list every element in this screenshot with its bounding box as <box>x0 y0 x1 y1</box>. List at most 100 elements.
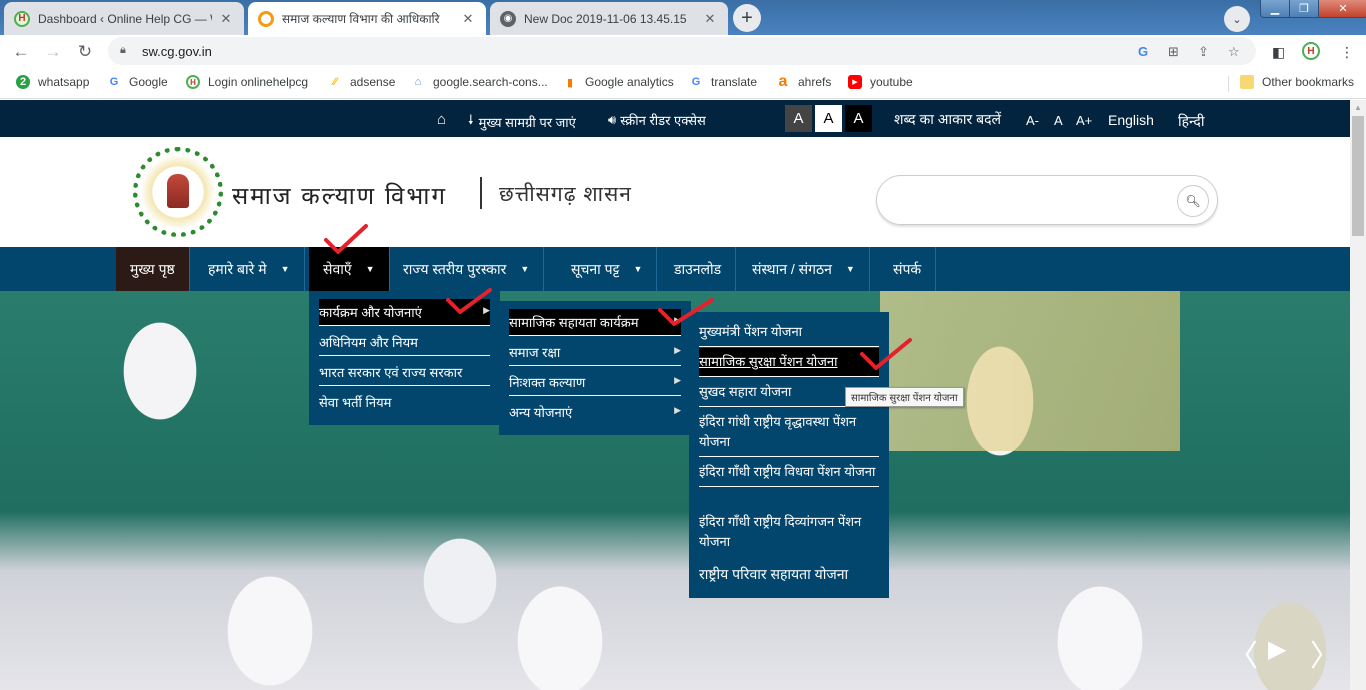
menu-label: राष्ट्रीय परिवार सहायता योजना <box>699 566 849 582</box>
search-icon: 🔍︎ <box>1185 194 1201 208</box>
font-normal-button[interactable]: A <box>1054 113 1063 128</box>
bookmark-youtube[interactable]: ▶ youtube <box>848 75 913 89</box>
nav-institutions[interactable]: संस्थान / संगठन ▼ <box>738 247 870 291</box>
search-input[interactable] <box>895 190 1165 212</box>
chhattisgarh-emblem-logo[interactable] <box>133 147 223 237</box>
menu-item-govt[interactable]: भारत सरकार एवं राज्य सरकार <box>319 359 490 386</box>
nav-about-us[interactable]: हमारे बारे मे ▼ <box>194 247 305 291</box>
menu-item-old-age-pension[interactable]: इंदिरा गांधी राष्ट्रीय वृद्धावस्था पेंशन… <box>699 408 879 457</box>
back-arrow-icon[interactable]: ← <box>10 41 32 63</box>
menu-item-disability-pension[interactable]: इंदिरा गाँधी राष्ट्रीय दिव्यांगजन पेंशन … <box>699 508 879 556</box>
site-subtitle: छत्तीसगढ़ शासन <box>499 183 632 206</box>
bookmark-label: google.search-cons... <box>433 75 548 89</box>
skip-to-content-link[interactable]: 🠗 मुख्य सामग्री पर जाएं <box>468 111 576 133</box>
scrollbar-thumb[interactable] <box>1352 116 1364 236</box>
page-scrollbar[interactable]: ▲ <box>1350 100 1366 690</box>
font-decrease-button[interactable]: A- <box>1026 113 1039 128</box>
menu-item-social-defence[interactable]: समाज रक्षा ▶ <box>509 339 681 366</box>
menu-label: इंदिरा गांधी राष्ट्रीय वृद्धावस्था पेंशन… <box>699 414 857 449</box>
side-panel-icon[interactable]: ◧ <box>1272 44 1285 61</box>
menu-label: इंदिरा गाँधी राष्ट्रीय विधवा पेंशन योजना <box>699 464 876 479</box>
bookmark-label: Login onlinehelpcg <box>208 75 309 89</box>
bookmark-star-icon[interactable]: ☆ <box>1228 44 1240 60</box>
address-bar[interactable]: 🔒︎ sw.cg.gov.in G ⊞ ⇪ ☆ <box>108 37 1256 65</box>
bookmark-label: Google analytics <box>585 75 674 89</box>
nav-state-awards[interactable]: राज्य स्तरीय पुरस्कार ▼ <box>389 247 545 291</box>
font-increase-button[interactable]: A+ <box>1076 113 1092 128</box>
home-icon[interactable]: ⌂ <box>437 111 446 128</box>
contrast-black-button[interactable]: A <box>845 105 872 132</box>
title-divider <box>480 177 482 209</box>
other-bookmarks[interactable]: Other bookmarks <box>1240 75 1354 89</box>
contrast-grey-button[interactable]: A <box>785 105 812 132</box>
tab-samaj-kalyan[interactable]: समाज कल्याण विभाग की आधिकारि ✕ <box>248 2 486 35</box>
nav-home[interactable]: मुख्य पृष्ठ <box>116 247 190 291</box>
folder-icon <box>1240 75 1254 89</box>
translate-icon[interactable]: ⊞ <box>1168 44 1179 60</box>
menu-item-acts-rules[interactable]: अधिनियम और नियम <box>319 329 490 356</box>
menu-label: अन्य योजनाएं <box>509 405 573 420</box>
screen-reader-label: स्क्रीन रीडर एक्सेस <box>620 113 706 128</box>
menu-item-family-assistance[interactable]: राष्ट्रीय परिवार सहायता योजना <box>699 560 879 588</box>
bookmark-login-onlinehelpcg[interactable]: H Login onlinehelpcg <box>186 75 308 89</box>
reload-icon[interactable]: ↻ <box>74 41 96 63</box>
menu-item-social-security-pension[interactable]: सामाजिक सुरक्षा पेंशन योजना <box>699 348 879 377</box>
nav-label: संस्थान / संगठन <box>752 260 832 277</box>
tab-dashboard[interactable]: H Dashboard ‹ Online Help CG — W ✕ <box>4 2 244 35</box>
caret-down-icon: ▼ <box>280 264 290 274</box>
bookmark-search-console[interactable]: ⌂ google.search-cons... <box>411 75 548 89</box>
google-icon: G <box>691 76 701 88</box>
close-window-button[interactable]: ✕ <box>1319 0 1366 17</box>
tab-title: समाज कल्याण विभाग की आधिकारि <box>282 12 440 26</box>
profile-avatar-icon[interactable]: H <box>1302 42 1320 60</box>
english-language-link[interactable]: English <box>1108 112 1154 128</box>
bookmark-translate[interactable]: G translate <box>689 75 757 89</box>
globe-favicon-icon: ◉ <box>500 10 516 27</box>
annotation-checkmark-icon <box>658 298 714 326</box>
url-text[interactable]: sw.cg.gov.in <box>142 44 212 59</box>
accessibility-bar: ⌂ 🠗 मुख्य सामग्री पर जाएं 🔊︎ स्क्रीन रीड… <box>0 100 1350 137</box>
bookmark-adsense[interactable]: ⁄⁄ adsense <box>328 75 395 89</box>
tab-search-chevron-icon[interactable]: ⌄ <box>1224 6 1250 32</box>
menu-item-other-schemes[interactable]: अन्य योजनाएं ▶ <box>509 399 681 425</box>
google-lens-icon[interactable]: G <box>1138 44 1148 59</box>
nav-download[interactable]: डाउनलोड <box>660 247 737 291</box>
hindi-language-link[interactable]: हिन्दी <box>1178 112 1204 131</box>
nav-notice-board[interactable]: सूचना पट्ट ▼ <box>557 247 658 291</box>
menu-item-disabled-welfare[interactable]: निःशक्त कल्याण ▶ <box>509 369 681 396</box>
menu-item-recruitment-rules[interactable]: सेवा भर्ती नियम <box>319 389 490 415</box>
share-icon[interactable]: ⇪ <box>1198 44 1209 60</box>
screen-reader-link[interactable]: 🔊︎ स्क्रीन रीडर एक्सेस <box>608 111 706 129</box>
slider-prev-chevron-icon[interactable]: 〈 <box>1228 631 1258 675</box>
nav-contact[interactable]: संपर्क <box>879 247 937 291</box>
nav-label: डाउनलोड <box>674 260 722 277</box>
main-navigation: मुख्य पृष्ठ हमारे बारे मे ▼ सेवाएँ ▼ राज्य… <box>0 247 1350 291</box>
site-title: समाज कल्याण विभाग <box>232 183 447 210</box>
new-tab-button[interactable]: + <box>733 4 761 32</box>
bookmark-label: adsense <box>350 75 396 89</box>
menu-item-widow-pension[interactable]: इंदिरा गाँधी राष्ट्रीय विधवा पेंशन योजना <box>699 458 879 487</box>
menu-label: निःशक्त कल्याण <box>509 375 586 390</box>
restore-button[interactable]: ❐ <box>1290 0 1319 17</box>
close-tab-icon[interactable]: ✕ <box>218 11 234 27</box>
menu-item-cm-pension[interactable]: मुख्यमंत्री पेंशन योजना <box>699 318 879 347</box>
minimize-button[interactable]: ▁ <box>1261 0 1290 17</box>
slider-next-chevron-icon[interactable]: 〉 <box>1310 631 1340 675</box>
bookmark-ahrefs[interactable]: a ahrefs <box>776 73 832 90</box>
annotation-checkmark-icon <box>446 288 492 314</box>
close-tab-icon[interactable]: ✕ <box>460 11 476 27</box>
bookmark-google[interactable]: G Google <box>107 75 168 89</box>
youtube-icon: ▶ <box>848 75 862 89</box>
forward-arrow-icon[interactable]: → <box>42 41 64 63</box>
slider-play-icon[interactable]: ▶ <box>1268 635 1286 664</box>
scroll-up-icon[interactable]: ▲ <box>1354 103 1362 112</box>
menu-kebab-icon[interactable]: ⋮ <box>1340 44 1354 61</box>
bookmark-google-analytics[interactable]: ▮ Google analytics <box>563 75 674 89</box>
bookmark-label: ahrefs <box>798 75 832 89</box>
contrast-white-button[interactable]: A <box>815 105 842 132</box>
close-tab-icon[interactable]: ✕ <box>702 11 718 27</box>
search-button[interactable]: 🔍︎ <box>1177 185 1209 217</box>
site-favicon-icon <box>258 10 274 27</box>
bookmark-whatsapp[interactable]: 2 whatsapp <box>16 75 89 89</box>
tab-new-doc[interactable]: ◉ New Doc 2019-11-06 13.45.15 ✕ <box>490 2 728 35</box>
